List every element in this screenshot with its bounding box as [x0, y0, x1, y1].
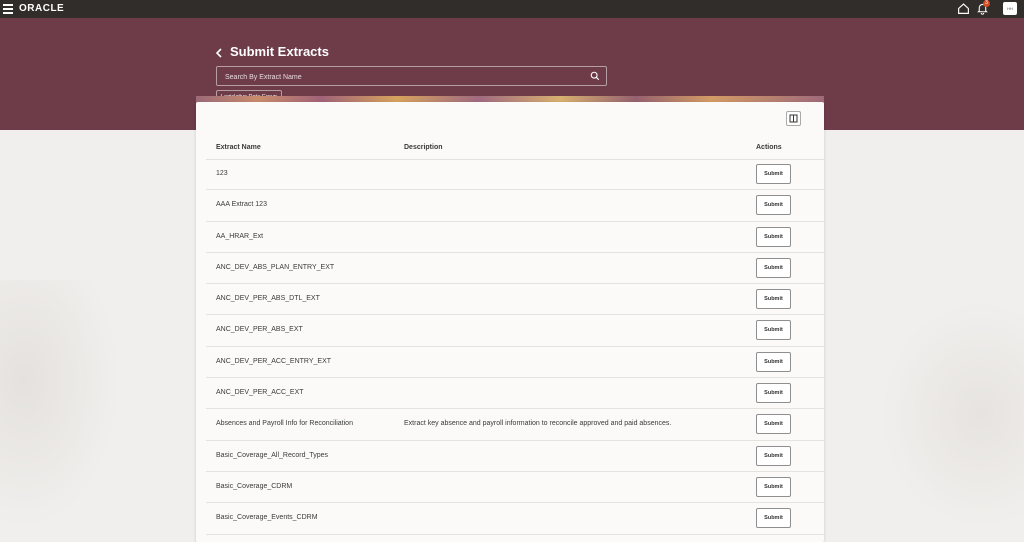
submit-button[interactable]: Submit [756, 164, 791, 184]
extract-name-cell: ANC_DEV_PER_ABS_EXT [216, 326, 303, 334]
table-row[interactable]: AAA Extract 123 Submit [206, 190, 824, 222]
extract-name-cell: Basic_Coverage_CDRM [216, 482, 293, 490]
extract-name-cell: Basic_Coverage_Events_CDRM [216, 514, 318, 522]
column-header-extract-name[interactable]: Extract Name [216, 144, 261, 151]
submit-button[interactable]: Submit [756, 320, 791, 341]
table-row[interactable]: Basic_Coverage_CDRM Submit [206, 472, 824, 504]
submit-button[interactable]: Submit [756, 383, 791, 404]
table-row[interactable]: ANC_DEV_PER_ACC_ENTRY_EXT Submit [206, 347, 824, 379]
submit-button[interactable]: Submit [756, 445, 791, 466]
search-input[interactable] [223, 70, 587, 85]
hamburger-menu-icon[interactable] [3, 4, 13, 14]
extracts-table-body: 123 Submit AAA Extract 123 Submit AA_HRAR_Ex… [196, 159, 824, 535]
table-row[interactable]: Absences and Payroll Info for Reconcilia… [206, 409, 824, 441]
back-arrow-icon[interactable] [214, 47, 224, 59]
table-row[interactable]: 123 Submit [206, 159, 824, 191]
column-header-description[interactable]: Description [404, 144, 443, 151]
extract-name-cell: 123 [216, 170, 228, 177]
table-row[interactable]: ANC_DEV_PER_ACC_EXT Submit [206, 378, 824, 410]
columns-icon [789, 114, 798, 123]
extract-name-cell: AAA Extract 123 [216, 201, 267, 209]
user-avatar[interactable]: HH [1003, 2, 1017, 15]
extract-name-cell: Absences and Payroll Info for Reconcilia… [216, 420, 353, 428]
submit-button[interactable]: Submit [756, 195, 791, 216]
column-header-actions: Actions [756, 144, 782, 151]
page-title: Submit Extracts [230, 44, 329, 59]
global-header: ORACLE 3 HH [0, 0, 1024, 18]
table-row[interactable]: Basic_Coverage_All_Record_Types Submit [206, 441, 824, 472]
submit-button[interactable]: Submit [756, 351, 791, 372]
submit-button[interactable]: Submit [756, 414, 791, 435]
table-row[interactable]: Basic_Coverage_Events_CDRM Submit [206, 503, 824, 535]
table-row[interactable]: ANC_DEV_PER_ABS_EXT Submit [206, 315, 824, 347]
table-row[interactable]: ANC_DEV_ABS_PLAN_ENTRY_EXT Submit [206, 253, 824, 285]
search-box[interactable] [216, 66, 607, 86]
table-row[interactable]: ANC_DEV_PER_ABS_DTL_EXT Submit [206, 284, 824, 316]
extract-name-cell: ANC_DEV_PER_ACC_EXT [216, 389, 304, 397]
extracts-table-card: Extract Name Description Actions 123 Subm… [196, 102, 824, 542]
submit-button[interactable]: Submit [756, 257, 791, 278]
column-view-button[interactable] [786, 111, 801, 126]
extract-name-cell: AA_HRAR_Ext [216, 232, 264, 240]
submit-button[interactable]: Submit [756, 508, 791, 529]
submit-button[interactable]: Submit [756, 226, 791, 247]
extract-name-cell: ANC_DEV_PER_ABS_DTL_EXT [216, 295, 320, 303]
submit-button[interactable]: Submit [756, 476, 791, 497]
description-cell: Extract key absence and payroll informat… [404, 420, 672, 428]
extract-name-cell: ANC_DEV_ABS_PLAN_ENTRY_EXT [216, 263, 335, 271]
background-pattern-right [880, 300, 1024, 529]
brand-logo[interactable]: ORACLE [19, 3, 64, 14]
background-pattern-left [0, 280, 120, 530]
extract-name-cell: ANC_DEV_PER_ACC_ENTRY_EXT [216, 357, 332, 365]
search-icon[interactable] [590, 71, 600, 81]
table-row[interactable]: AA_HRAR_Ext Submit [206, 222, 824, 253]
notification-count-badge: 3 [983, 0, 990, 7]
extract-name-cell: Basic_Coverage_All_Record_Types [216, 451, 329, 459]
submit-button[interactable]: Submit [756, 289, 791, 310]
home-icon[interactable] [957, 2, 970, 15]
